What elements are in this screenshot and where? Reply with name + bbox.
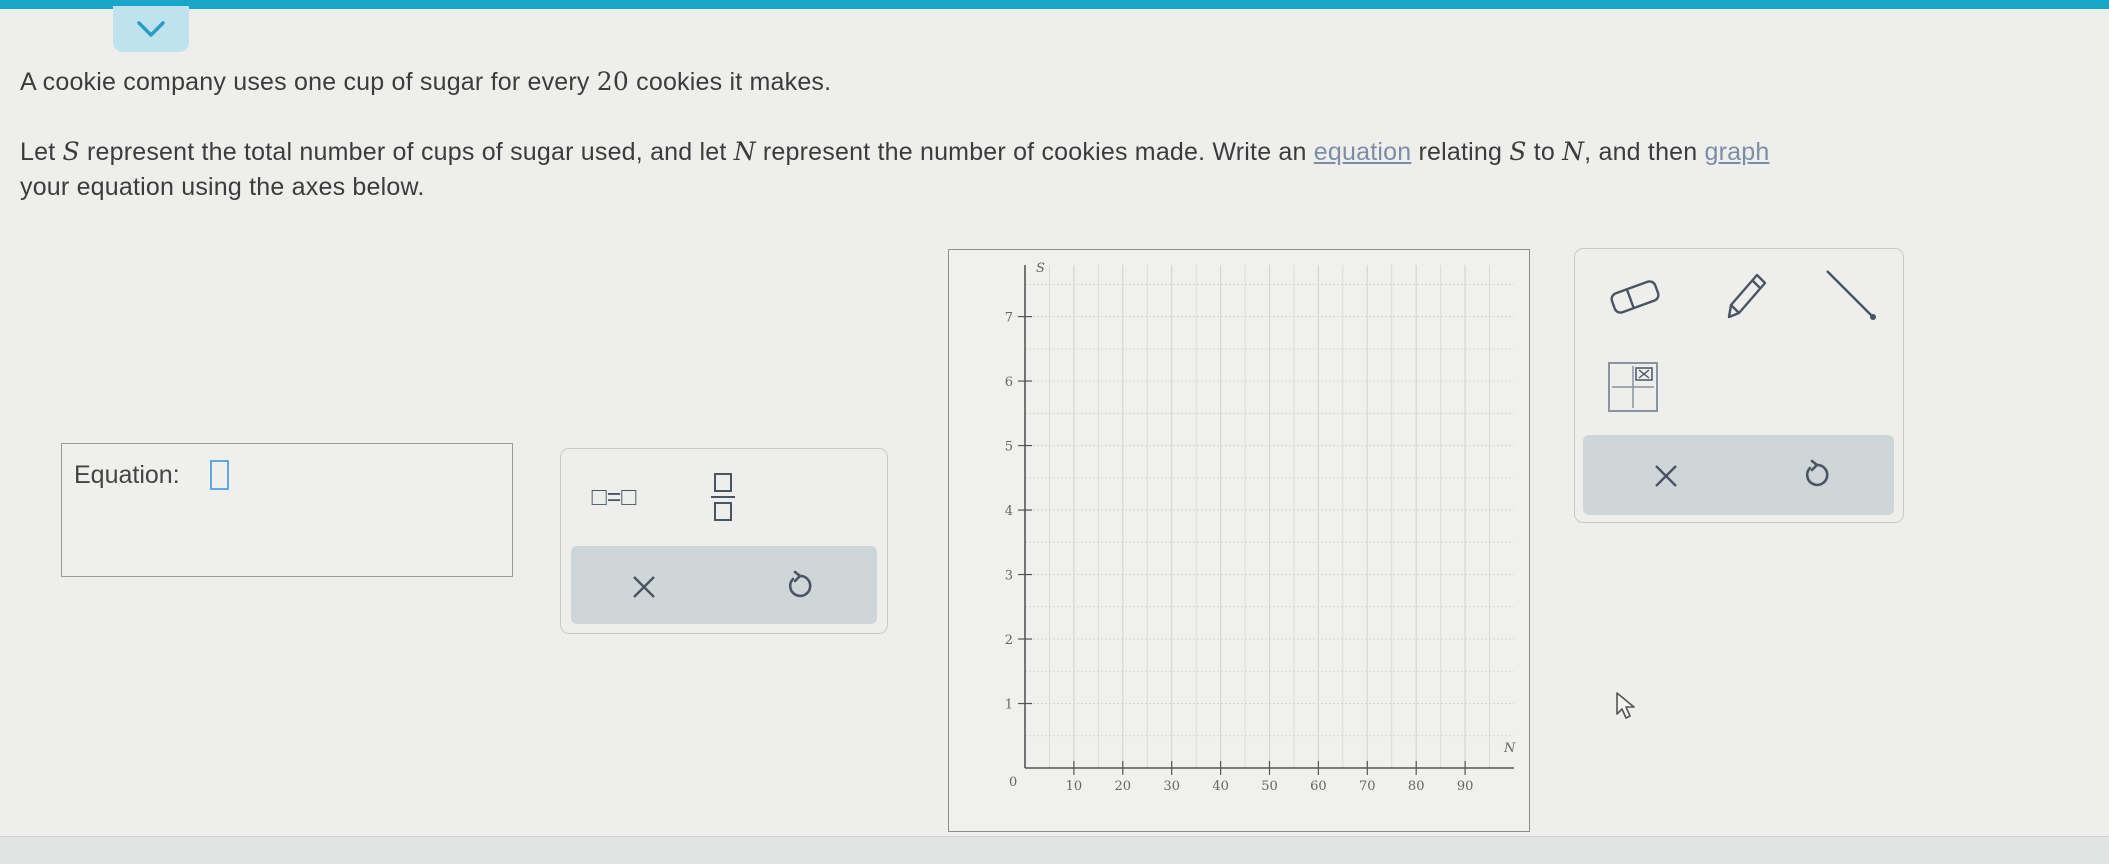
x-tick-label: 50 — [1261, 779, 1278, 794]
equals-template-label: □=□ — [591, 482, 637, 511]
y-tick-label: 3 — [1005, 569, 1013, 584]
origin-label: 0 — [1009, 775, 1017, 790]
fraction-template-button[interactable] — [701, 469, 745, 525]
graph-toolbar — [1574, 248, 1904, 523]
y-tick-label: 1 — [1005, 698, 1013, 713]
graph-undo-button[interactable] — [1793, 451, 1839, 497]
graph-action-bar — [1583, 435, 1894, 515]
grid-lines — [1025, 265, 1514, 768]
collapse-button[interactable] — [113, 6, 189, 52]
palette-action-bar — [571, 546, 877, 624]
equation-answer-box[interactable]: Equation: — [61, 443, 513, 577]
fraction-icon — [711, 473, 735, 521]
line-tool-button[interactable] — [1819, 263, 1883, 327]
undo-icon — [788, 570, 812, 598]
x-tick-label: 70 — [1359, 779, 1376, 794]
graph-settings-icon — [1608, 362, 1658, 412]
chevron-down-icon — [137, 21, 165, 37]
pencil-button[interactable] — [1715, 263, 1775, 327]
graph-clear-button[interactable] — [1643, 453, 1689, 499]
problem-statement-line-2: Let S represent the total number of cups… — [20, 137, 1770, 201]
pencil-icon — [1727, 273, 1767, 319]
x-tick-label: 80 — [1408, 779, 1425, 794]
undo-button[interactable] — [776, 562, 822, 608]
close-icon — [633, 576, 655, 598]
eraser-icon — [1610, 280, 1660, 314]
y-tick-label: 7 — [1005, 311, 1013, 326]
y-tick-label: 4 — [1005, 504, 1013, 519]
eraser-button[interactable] — [1605, 269, 1665, 325]
close-icon — [1655, 465, 1677, 487]
axis-ticks: 10 20 30 40 50 60 70 80 90 1 2 3 4 5 6 7 — [1005, 311, 1474, 794]
mouse-pointer-icon — [1616, 692, 1635, 719]
x-tick-label: 30 — [1163, 779, 1180, 794]
line-segment-icon — [1826, 270, 1876, 320]
x-tick-label: 60 — [1310, 779, 1327, 794]
equation-link[interactable]: equation — [1314, 138, 1412, 166]
clear-button[interactable] — [621, 564, 667, 610]
graph-canvas[interactable]: 10 20 30 40 50 60 70 80 90 1 2 3 4 5 6 7 S N 0 — [948, 249, 1530, 832]
x-axis-label: N — [1503, 741, 1516, 756]
coordinate-axes[interactable]: 10 20 30 40 50 60 70 80 90 1 2 3 4 5 6 7 S N 0 — [949, 250, 1528, 830]
equation-input[interactable] — [210, 460, 229, 490]
equation-label: Equation: — [74, 461, 180, 489]
y-tick-label: 6 — [1005, 375, 1013, 390]
x-tick-label: 20 — [1115, 779, 1132, 794]
y-axis-label: S — [1036, 261, 1045, 276]
x-tick-label: 40 — [1212, 779, 1229, 794]
problem-statement-line-1: A cookie company uses one cup of sugar f… — [20, 67, 832, 96]
top-accent-bar — [0, 0, 2109, 9]
math-palette: □=□ — [560, 448, 888, 634]
x-tick-label: 10 — [1066, 779, 1083, 794]
y-tick-label: 5 — [1005, 440, 1013, 455]
graph-settings-button[interactable] — [1605, 359, 1661, 415]
undo-icon — [1805, 459, 1829, 487]
graph-link[interactable]: graph — [1705, 138, 1770, 166]
equals-template-button[interactable]: □=□ — [579, 477, 649, 517]
x-tick-label: 90 — [1457, 779, 1474, 794]
bottom-bar — [0, 836, 2109, 864]
y-tick-label: 2 — [1005, 633, 1013, 648]
